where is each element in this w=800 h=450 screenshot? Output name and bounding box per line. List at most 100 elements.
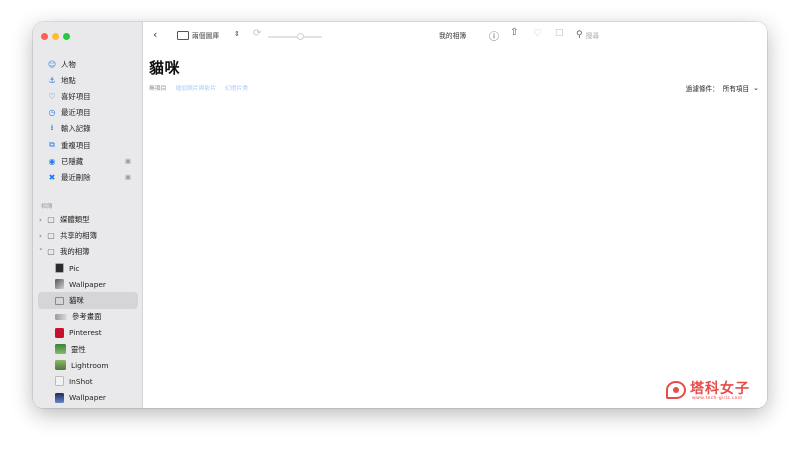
watermark-text: 塔科女子 — [690, 381, 750, 397]
folder-icon: ▢ — [47, 215, 55, 225]
sidebar-album[interactable]: InShot — [33, 373, 142, 389]
chevron-right-icon[interactable]: › — [39, 232, 45, 240]
sidebar-album-label: Pinterest — [69, 328, 102, 338]
slideshow-link[interactable]: 幻燈片秀 — [225, 83, 248, 92]
folder-icon: ▢ — [47, 231, 55, 241]
sidebar-item[interactable]: ⧉ 重複項目 — [33, 137, 142, 153]
sidebar-album-label: 參考畫面 — [72, 312, 102, 322]
sidebar-album-label: Wallpaper — [69, 393, 106, 403]
sidebar-album[interactable]: 參考畫面 — [33, 309, 142, 325]
sidebar-group-label: 媒體類型 — [60, 215, 90, 225]
sidebar-list: ☺ 人物 ⚓ 地點 ♡ 喜好項目 ◷ 最近項目 ⭳ 輸入記錄 ⧉ 重複項目 ◉ 已隱藏 ▣ ✖ 最近刪除 ▣ 相簿 ›… — [33, 56, 142, 408]
sidebar-album[interactable]: Pic — [33, 260, 142, 276]
sidebar-item[interactable]: ✖ 最近刪除 ▣ — [33, 169, 142, 185]
sidebar-album-label: Pic — [69, 263, 80, 273]
album-thumbnail — [55, 313, 67, 320]
chevron-left-icon: ‹ — [153, 28, 158, 41]
sidebar-album[interactable]: Wallpaper — [33, 276, 142, 292]
sidebar-item-label: 輸入記錄 — [61, 124, 91, 134]
sidebar-album[interactable]: Pinterest — [33, 325, 142, 341]
filter-menu[interactable]: 過濾條件： 所有項目 ⌄ — [686, 83, 759, 93]
folder-icon: ▢ — [47, 247, 55, 257]
add-photos-link[interactable]: 增加照片與影片 — [175, 83, 216, 92]
sidebar-group[interactable]: › ▢ 媒體類型 — [33, 212, 142, 228]
window-title: 我的相簿 — [439, 32, 467, 40]
album-thumbnail — [55, 327, 64, 338]
album-thumbnail — [55, 376, 64, 387]
album-thumbnail — [55, 296, 64, 305]
album-thumbnail — [55, 360, 66, 371]
sidebar-item[interactable]: ⭳ 輸入記錄 — [33, 121, 142, 137]
search-icon: ⚲ — [576, 30, 583, 40]
duplicate-icon: ⧉ — [49, 140, 55, 150]
sidebar-item[interactable]: ◉ 已隱藏 ▣ — [33, 153, 142, 169]
album-thumbnail — [55, 263, 64, 274]
sidebar-item[interactable]: ◷ 最近項目 — [33, 105, 142, 121]
search-field[interactable]: ⚲ 搜尋 — [576, 30, 599, 40]
sidebar-album-label: 靈性 — [71, 344, 86, 354]
minimize-window-button[interactable] — [52, 33, 59, 40]
sidebar: ☺ 人物 ⚓ 地點 ♡ 喜好項目 ◷ 最近項目 ⭳ 輸入記錄 ⧉ 重複項目 ◉ 已隱藏 ▣ ✖ 最近刪除 ▣ 相簿 ›… — [33, 22, 143, 408]
sidebar-item-label: 最近刪除 — [61, 172, 91, 182]
item-count-status: 無項目 — [149, 86, 167, 92]
import-icon: ⭳ — [50, 122, 54, 132]
sidebar-item-label: 地點 — [61, 75, 76, 85]
album-thumbnail — [55, 344, 66, 355]
sidebar-item-label: 喜好項目 — [61, 91, 91, 101]
sidebar-item[interactable]: ⚓ 地點 — [33, 72, 142, 88]
photo-library-icon — [177, 30, 189, 40]
rotate-square-icon[interactable]: □ — [555, 28, 564, 38]
sidebar-group[interactable]: › ▢ 共享的相簿 — [33, 228, 142, 244]
clock-icon: ◷ — [48, 108, 56, 118]
sidebar-group-label: 我的相簿 — [60, 247, 90, 257]
toolbar: ‹ 兩個圖庫 ⇕ ⟳ 我的相簿 ⓘ ⇧ ♡ □ ⚲ 搜尋 — [143, 22, 767, 52]
updown-chevron-icon[interactable]: ⇕ — [234, 30, 240, 38]
page-title: 貓咪 — [149, 59, 181, 77]
window-controls — [41, 33, 70, 40]
album-thumbnail — [55, 392, 64, 403]
sidebar-album[interactable]: Instagram — [33, 406, 142, 408]
search-placeholder: 搜尋 — [585, 32, 600, 40]
sidebar-item[interactable]: ☺ 人物 — [33, 56, 142, 72]
photos-window: ☺ 人物 ⚓ 地點 ♡ 喜好項目 ◷ 最近項目 ⭳ 輸入記錄 ⧉ 重複項目 ◉ 已隱藏 ▣ ✖ 最近刪除 ▣ 相簿 ›… — [33, 22, 767, 408]
album-thumbnail — [55, 279, 64, 290]
zoom-window-button[interactable] — [63, 33, 70, 40]
library-view-label: 兩個圖庫 — [192, 32, 220, 40]
eye-hidden-icon: ◉ — [48, 156, 56, 166]
sidebar-section-header: 相簿 — [41, 203, 53, 210]
info-icon[interactable]: ⓘ — [489, 28, 499, 43]
sidebar-item-label: 已隱藏 — [61, 156, 84, 166]
close-window-button[interactable] — [41, 33, 48, 40]
watermark-url: www.tech-girlz.com — [692, 396, 743, 401]
rotate-icon[interactable]: ⟳ — [253, 28, 261, 39]
library-view-menu[interactable]: 兩個圖庫 — [177, 30, 219, 40]
sidebar-item[interactable]: ♡ 喜好項目 — [33, 88, 142, 104]
person-icon: ☺ — [47, 59, 57, 69]
zoom-slider-knob[interactable] — [297, 33, 305, 40]
filter-value: 所有項目 — [722, 85, 750, 93]
sidebar-album-label: Lightroom — [71, 360, 109, 370]
sidebar-album[interactable]: 靈性 — [33, 341, 142, 357]
chevron-down-icon[interactable]: ˅ — [39, 248, 45, 256]
chevron-down-icon: ⌄ — [753, 84, 759, 92]
sidebar-group-label: 共享的相簿 — [60, 231, 97, 241]
sidebar-item-label: 最近項目 — [61, 108, 91, 118]
sidebar-album[interactable]: Wallpaper — [33, 390, 142, 406]
sidebar-album[interactable]: 貓咪 — [38, 292, 138, 309]
trash-icon: ✖ — [48, 172, 56, 182]
back-button[interactable]: ‹ — [153, 28, 157, 41]
watermark-logo: 塔科女子 www.tech-girlz.com — [666, 378, 760, 404]
heart-icon[interactable]: ♡ — [533, 28, 542, 39]
heart-icon: ♡ — [48, 91, 56, 101]
sidebar-album[interactable]: Lightroom — [33, 357, 142, 373]
zoom-slider[interactable] — [268, 33, 322, 40]
location-pin-logo-icon — [666, 381, 686, 399]
sidebar-album-label: 貓咪 — [69, 296, 84, 306]
chevron-right-icon[interactable]: › — [39, 216, 45, 224]
share-icon[interactable]: ⇧ — [510, 27, 518, 38]
filter-label: 過濾條件： — [685, 85, 719, 93]
lock-icon: ▣ — [124, 157, 131, 166]
sidebar-group[interactable]: ˅ ▢ 我的相簿 — [33, 244, 142, 260]
sidebar-album-label: InShot — [69, 376, 93, 386]
map-pin-icon: ⚓ — [48, 75, 56, 85]
